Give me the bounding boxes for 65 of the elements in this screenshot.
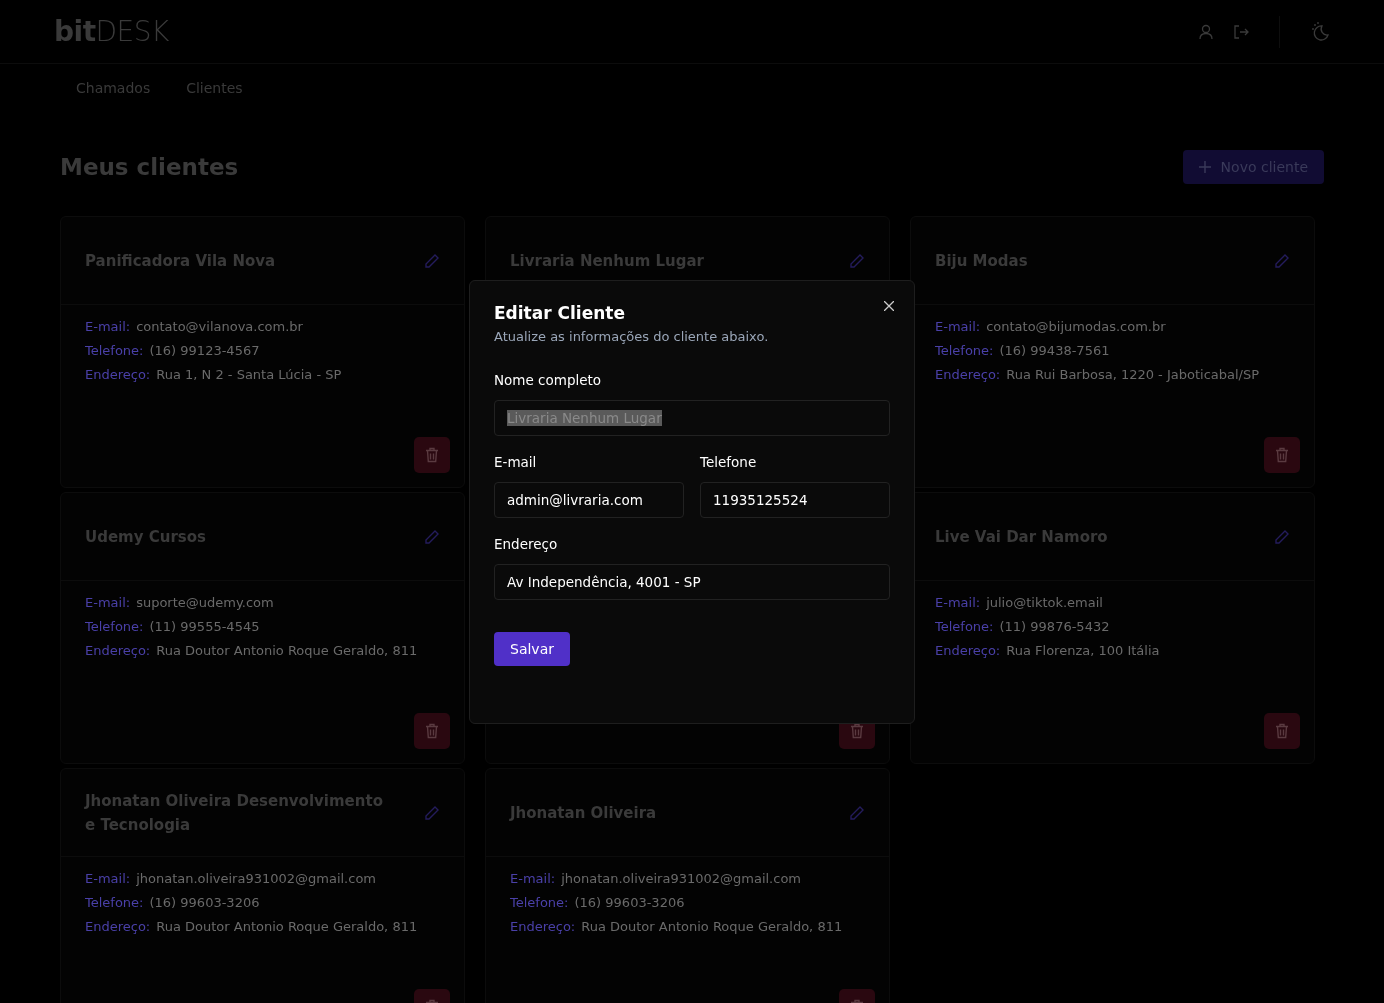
- input-field[interactable]: 11935125524: [700, 482, 890, 518]
- field-value: (16) 99438-7561: [999, 343, 1110, 358]
- pencil-icon[interactable]: [424, 528, 440, 545]
- field-label: Endereço:: [85, 367, 151, 382]
- field-value: Rua Florenza, 100 Itália: [1006, 643, 1160, 658]
- field-label: Endereço:: [85, 643, 151, 658]
- field-value: (16) 99123-4567: [149, 343, 260, 358]
- field-label: E-mail:: [85, 595, 131, 610]
- field-label: Telefone:: [935, 343, 994, 358]
- field-value: suporte@udemy.com: [136, 595, 274, 610]
- delete-button[interactable]: [414, 713, 450, 749]
- pencil-icon[interactable]: [1274, 528, 1290, 545]
- field-value: Rua Doutor Antonio Roque Geraldo, 811: [156, 919, 418, 934]
- page-title: Meus clientes: [60, 154, 239, 180]
- field-label: Telefone:: [85, 343, 144, 358]
- pencil-icon[interactable]: [424, 804, 440, 821]
- field-value: julio@tiktok.email: [986, 595, 1103, 610]
- field-value: (11) 99876-5432: [999, 619, 1110, 634]
- input-field[interactable]: admin@livraria.com: [494, 482, 684, 518]
- field-value: Rua 1, N 2 - Santa Lúcia - SP: [156, 367, 342, 382]
- field-value: contato@bijumodas.com.br: [986, 319, 1166, 334]
- input-field[interactable]: Av Independência, 4001 - SP: [494, 564, 890, 600]
- field-label: Telefone: [700, 454, 758, 470]
- field-label: Endereço:: [935, 367, 1001, 382]
- trash-icon: [1275, 723, 1289, 739]
- field-value: Rua Doutor Antonio Roque Geraldo, 811: [581, 919, 843, 934]
- field-label: Nome completo: [494, 372, 603, 388]
- field-value: (11) 99555-4545: [149, 619, 260, 634]
- field-label: E-mail:: [510, 871, 556, 886]
- save-button[interactable]: Salvar: [494, 632, 570, 666]
- delete-button[interactable]: [414, 437, 450, 473]
- trash-icon: [1275, 447, 1289, 463]
- pencil-icon[interactable]: [849, 804, 865, 821]
- field-label: E-mail:: [85, 319, 131, 334]
- user-icon[interactable]: [1199, 23, 1213, 40]
- field-label: Endereço:: [85, 919, 151, 934]
- field-label: Endereço: [494, 536, 559, 552]
- field-label: E-mail:: [85, 871, 131, 886]
- close-icon: [884, 301, 894, 311]
- delete-button[interactable]: [1264, 437, 1300, 473]
- dialog-subtitle: Atualize as informações do cliente abaixo.: [494, 329, 770, 344]
- field-label: Endereço:: [935, 643, 1001, 658]
- pencil-icon[interactable]: [849, 252, 865, 269]
- field-label: Telefone:: [935, 619, 994, 634]
- plus-icon: [1198, 161, 1211, 173]
- moon-icon[interactable]: [1310, 21, 1330, 42]
- delete-button[interactable]: [1264, 713, 1300, 749]
- field-value: (16) 99603-3206: [149, 895, 260, 910]
- field-label: E-mail:: [935, 595, 981, 610]
- pencil-icon[interactable]: [424, 252, 440, 269]
- logo: bitDESK: [54, 15, 169, 48]
- trash-icon: [425, 723, 439, 739]
- field-value: contato@vilanova.com.br: [136, 319, 303, 334]
- field-value: (16) 99603-3206: [574, 895, 685, 910]
- field-label: E-mail:: [935, 319, 981, 334]
- field-label: Telefone:: [85, 895, 144, 910]
- field-label: Endereço:: [510, 919, 576, 934]
- logout-icon[interactable]: [1233, 24, 1249, 39]
- field-label: Telefone:: [510, 895, 569, 910]
- field-label: Telefone:: [85, 619, 144, 634]
- pencil-icon[interactable]: [1274, 252, 1290, 269]
- field-label: E-mail: [494, 454, 538, 470]
- trash-icon: [425, 447, 439, 463]
- trash-icon: [850, 723, 864, 739]
- dialog-title: Editar Cliente: [494, 303, 626, 323]
